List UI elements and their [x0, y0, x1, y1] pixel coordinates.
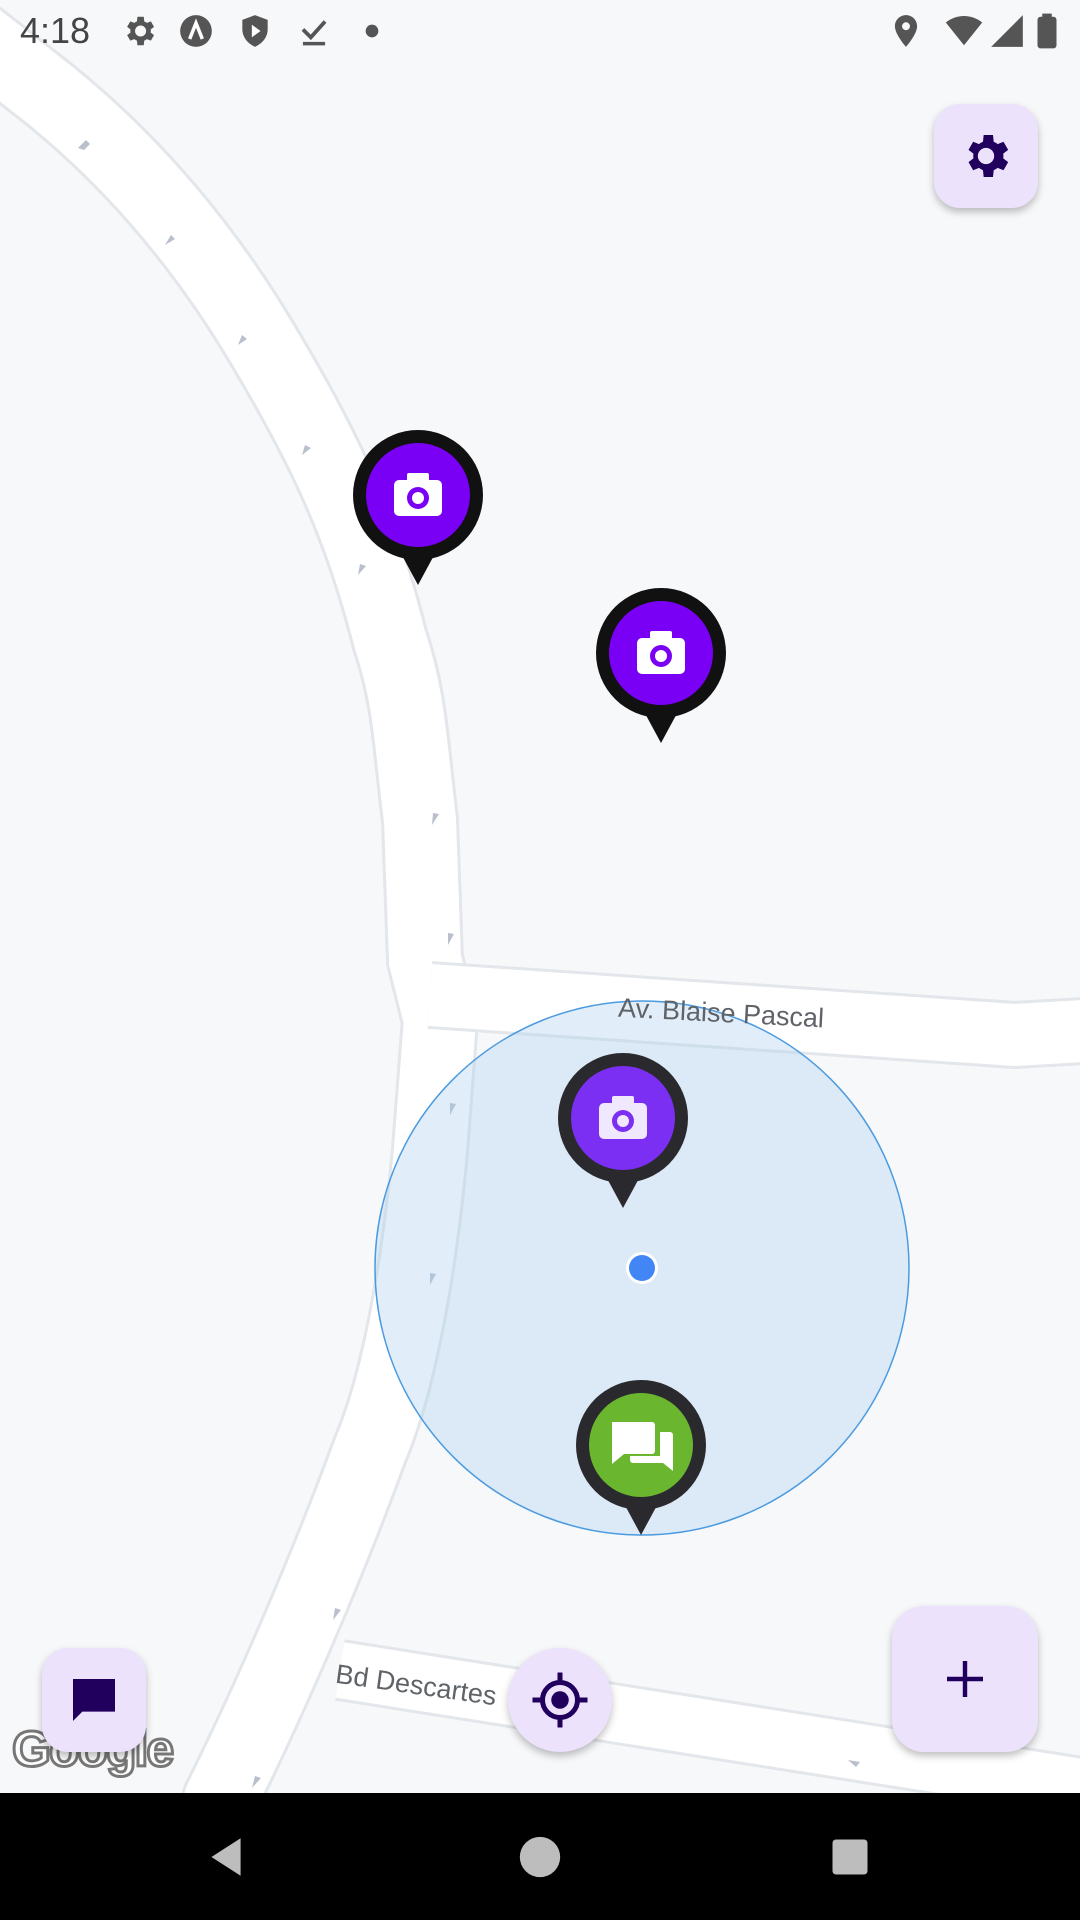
my-location-icon [532, 1672, 588, 1728]
photo-marker[interactable] [596, 588, 726, 748]
back-icon [211, 1838, 241, 1876]
home-icon [519, 1836, 561, 1878]
add-button[interactable] [892, 1606, 1038, 1752]
dot-icon [365, 24, 379, 38]
a-circle-icon [180, 15, 212, 47]
navigation-bar [0, 1793, 1080, 1920]
status-bar: 4:18 [0, 0, 1080, 62]
recents-button[interactable] [806, 1813, 894, 1901]
chat-marker[interactable] [576, 1380, 706, 1540]
photo-marker[interactable] [558, 1053, 688, 1213]
map-view[interactable]: Av. Blaise Pascal Bd Descartes [0, 0, 1080, 1793]
status-time: 4:18 [20, 10, 91, 51]
photo-marker[interactable] [353, 430, 483, 590]
battery-icon [1037, 13, 1057, 49]
settings-button[interactable] [934, 104, 1038, 208]
recents-icon [832, 1839, 868, 1875]
my-location-button[interactable] [508, 1648, 612, 1752]
plus-icon [947, 1661, 983, 1697]
location-icon [894, 15, 918, 47]
back-button[interactable] [182, 1813, 270, 1901]
home-button[interactable] [496, 1813, 584, 1901]
chat-icon [73, 1679, 115, 1721]
road-layer [0, 6, 1080, 1793]
gear-icon [968, 135, 1009, 177]
play-shield-icon [242, 15, 268, 47]
chat-button[interactable] [42, 1648, 146, 1752]
download-done-icon [301, 20, 327, 46]
settings-icon [127, 16, 155, 46]
wifi-icon [945, 15, 983, 46]
cell-signal-icon [991, 15, 1023, 47]
